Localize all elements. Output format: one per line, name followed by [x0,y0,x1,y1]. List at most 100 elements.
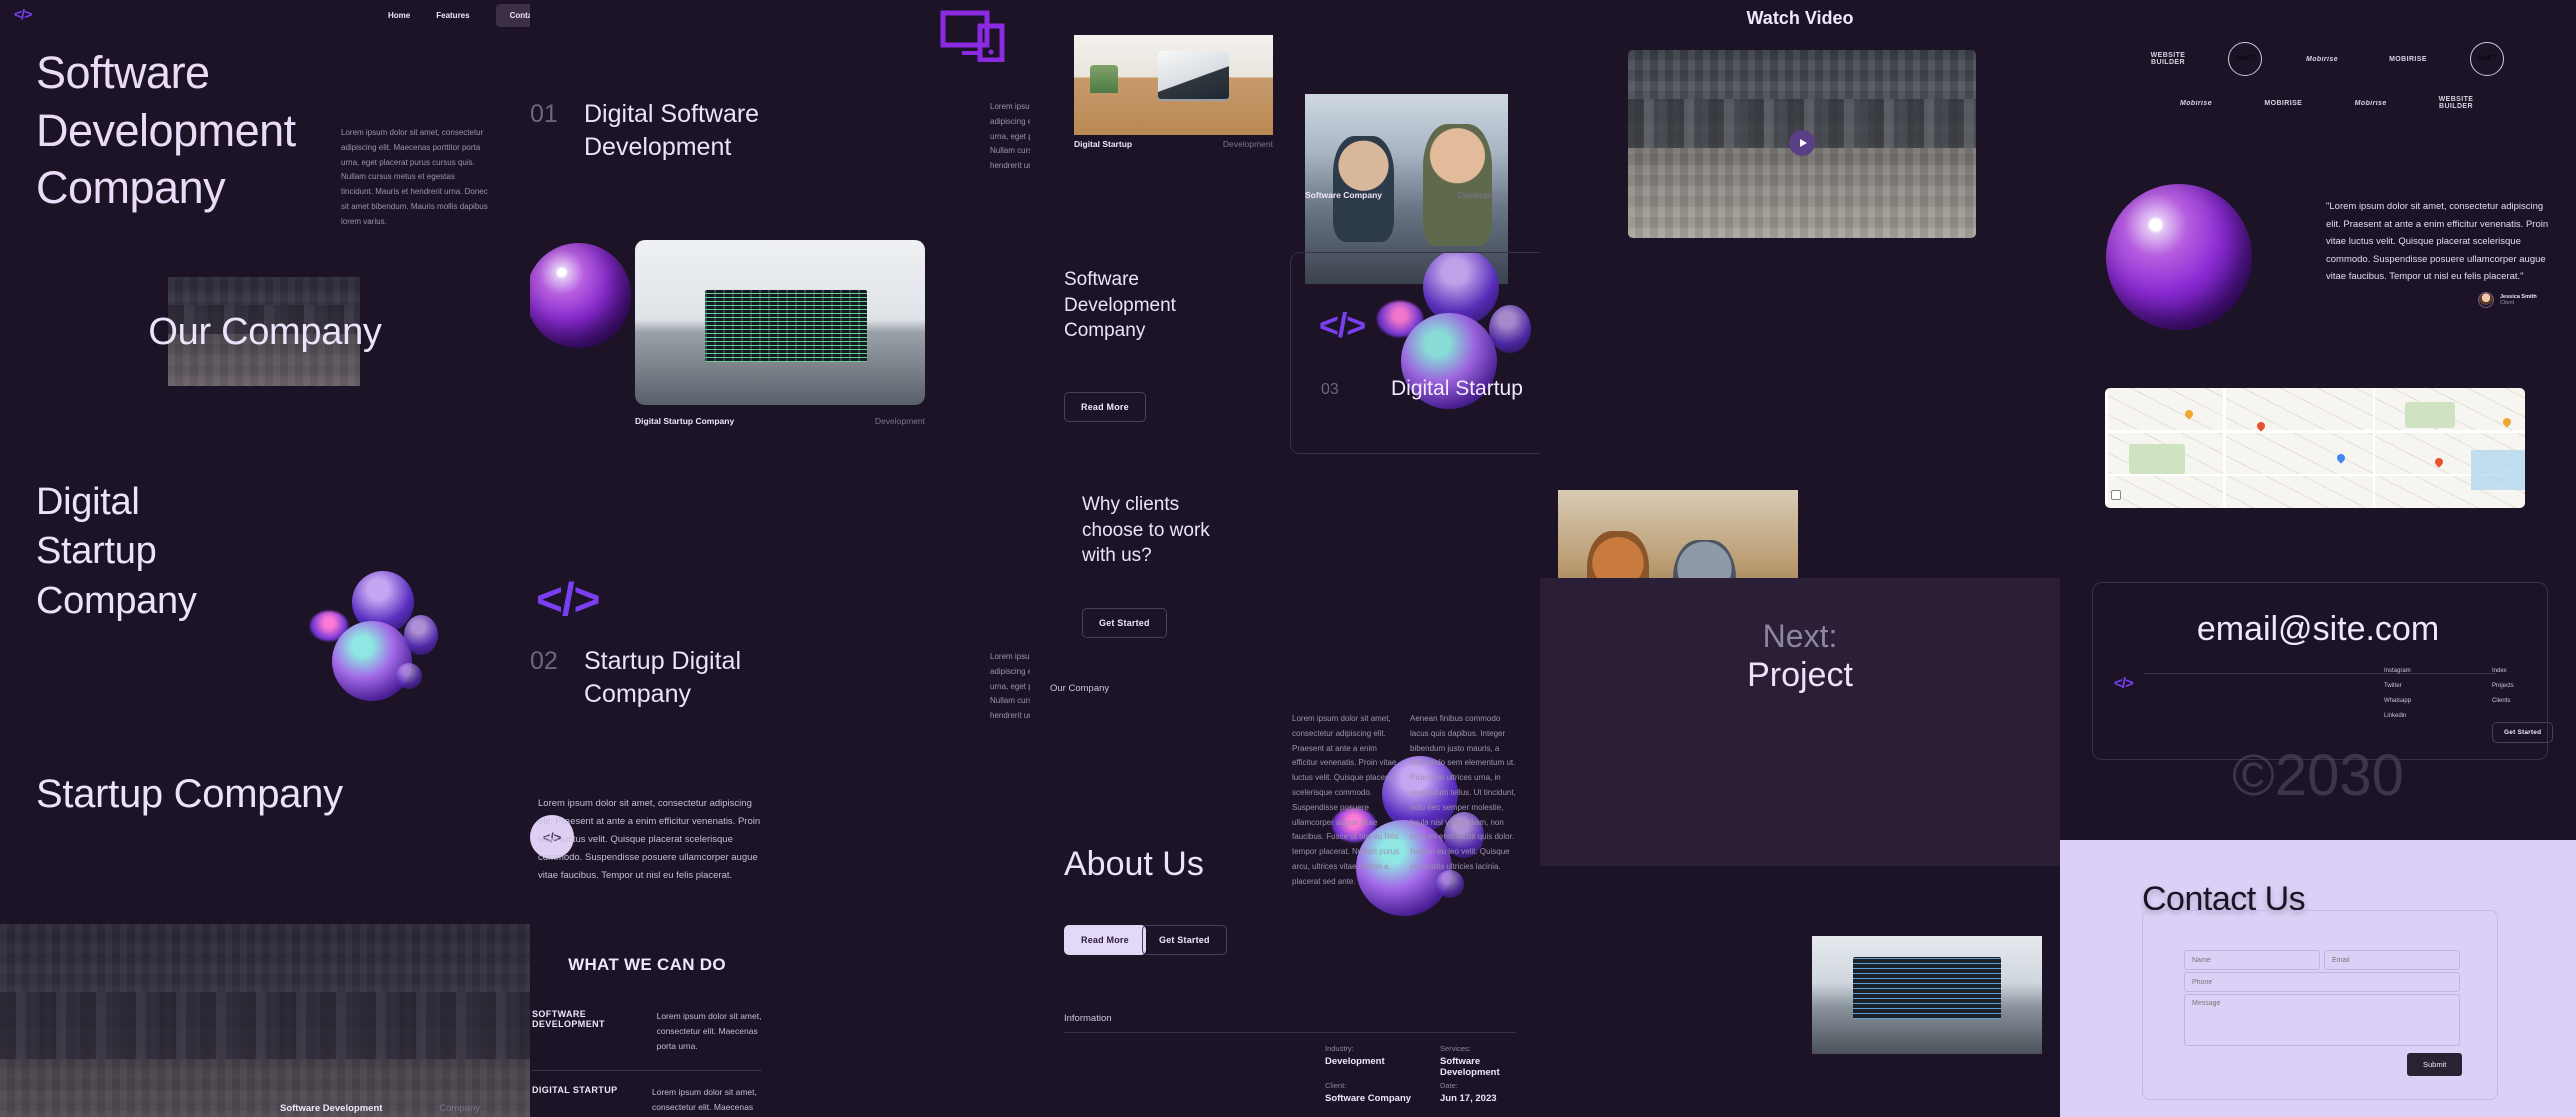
what-we-can-do-row[interactable]: SOFTWARE DEVELOPMENT Lorem ipsum dolor s… [532,995,762,1071]
column-media: Watch Video Next: Project [1540,0,2060,1117]
about-us-title: About Us [1064,845,1204,883]
project-card-1-tag: Development [1222,139,1273,149]
footer-link-linkedin[interactable]: Linkedin [2384,713,2411,719]
footer-link-instagram[interactable]: Instagram [2384,668,2411,674]
section-03-code-icon: </> [1319,307,1366,345]
brand-logo: Mobirise [2354,99,2387,107]
cando-row-value: Lorem ipsum dolor sit amet, consectetur … [652,1086,757,1117]
about-us-get-started-button[interactable]: Get Started [1142,925,1227,955]
what-we-can-do-row[interactable]: DIGITAL STARTUP Lorem ipsum dolor sit am… [532,1071,762,1117]
information-value: Jun 17, 2023 [1440,1093,1497,1104]
avatar [2478,292,2494,308]
section-02: 02 Startup Digital Company [530,645,754,711]
project-card-3-caption: Digital Startup Company Development [635,416,925,426]
project-card-1-title: Digital Startup [1074,139,1133,149]
hero-title: Software Development Company [36,47,296,214]
brand-logo: Mobirise [2180,99,2212,107]
footer-get-started-button[interactable]: Get Started [2492,722,2554,743]
footer-link-projects[interactable]: Projects [2492,683,2514,689]
submit-button[interactable]: Submit [2407,1053,2463,1076]
code-brackets-icon-large: </> [536,573,601,625]
what-we-can-do-title: WHAT WE CAN DO [568,955,726,974]
section-01-paragraph: Lorem ipsum dolor sit amet, consect adip… [990,102,1030,171]
information-title: Information [1064,1013,1112,1024]
information-divider [1064,1032,1516,1033]
information-label: Services: [1440,1044,1471,1053]
section-02-paragraph: Lorem ipsum dolor sit amet, consect adip… [990,652,1030,721]
footer-link-whatsapp[interactable]: Whatsapp [2384,698,2411,704]
cando-row-value: Lorem ipsum dolor sit amet, consectetur … [656,1011,762,1051]
phone-field[interactable] [2184,972,2460,992]
information-field: Client: Software Company [1325,1081,1411,1104]
cando-row-key: DIGITAL STARTUP [532,1084,618,1095]
footer-email[interactable]: email@site.com [2060,610,2576,649]
column-contact: WEBSITE BUILDER SWIFT Mobirise MOBIRISE … [2060,0,2576,1117]
nav-contact-button[interactable]: Contact [495,4,530,27]
watch-video-title: Watch Video [1746,8,1854,28]
footer-link-index[interactable]: Index [2492,668,2514,674]
map-control-icon[interactable] [2111,490,2121,500]
information-value: Software Development [1440,1056,1500,1078]
footer-social-links: Instagram Twitter Whatsapp Linkedin [2384,668,2411,719]
project-card-3-tag: Development [874,416,925,426]
digital-startup-title: Digital Startup Company [36,481,197,622]
section-01: 01 Digital Software Development [530,98,764,164]
nav-item-home[interactable]: Home [388,11,410,20]
why-clients-get-started-button[interactable]: Get Started [1082,608,1167,638]
brand-logo: MOBIRISE [2264,99,2303,107]
project-card-1-caption: Digital Startup Development [1074,139,1273,149]
email-field[interactable] [2324,950,2460,970]
about-us-read-more-button[interactable]: Read More [1064,925,1146,955]
name-field[interactable] [2184,950,2320,970]
testimonial-quote: "Lorem ipsum dolor sit amet, consectetur… [2326,201,2549,283]
section-02-title: Startup Digital Company [584,647,742,708]
information-label: Industry: [1325,1044,1354,1053]
column-hero: </> Home Features Contact Software Devel… [0,0,530,1117]
testimonial-author-role: Client [2500,300,2515,306]
project-card-2-title: Software Company [1305,190,1382,200]
brand-logo: WEBSITE BUILDER [2438,96,2474,110]
section-01-title: Digital Software Development [584,100,760,161]
nav-item-features[interactable]: Features [436,11,469,20]
orb-cluster-decoration [300,567,460,727]
project-card-3-title: Digital Startup Company [635,416,735,426]
purple-orb-decoration [530,243,631,348]
next-project-title: Project [1747,656,1853,694]
brand-logo: WEBSITE BUILDER [2150,52,2186,66]
information-label: Client: [1325,1081,1347,1090]
information-field: Industry: Development [1325,1044,1385,1067]
footer-link-clients[interactable]: Clients [2492,698,2514,704]
project-card-1-image[interactable] [1074,35,1273,135]
location-map[interactable] [2105,388,2525,508]
cando-row-key: SOFTWARE DEVELOPMENT [532,1009,605,1029]
what-we-can-do-list: SOFTWARE DEVELOPMENT Lorem ipsum dolor s… [532,995,762,1117]
code-feature-paragraph: Lorem ipsum dolor sit amet, consectetur … [538,798,761,882]
logo-row-2: Mobirise MOBIRISE Mobirise WEBSITE BUILD… [2172,96,2480,110]
startup-company-banner-image [0,924,530,1117]
footer-code-brackets-icon: </> [2114,675,2134,692]
code-brackets-icon[interactable]: </> [14,6,32,22]
brand-logo: MOBIRISE [2389,55,2427,63]
section-02-number: 02 [530,647,558,675]
footer-divider [2144,673,2496,674]
footer-link-twitter[interactable]: Twitter [2384,683,2411,689]
project-card-2-caption: Software Company Development [1305,190,1508,200]
message-field[interactable] [2184,994,2460,1046]
media-photo-monitor [1812,936,2042,1054]
sdc-title: Software Development Company [1064,269,1176,342]
section-01-number: 01 [530,100,558,128]
brand-logo: SWIFT [2228,42,2262,76]
brand-logo: SWIFT [2470,42,2504,76]
project-card-2-tag: Development [1457,190,1508,200]
why-clients-title: Why clients choose to work with us? [1082,494,1210,567]
startup-company-banner-title: Startup Company [36,772,343,816]
sdc-read-more-button[interactable]: Read More [1064,392,1146,422]
play-button-icon[interactable] [1789,130,1815,156]
section-03-card[interactable]: </> 03 Digital Startup [1290,252,1540,454]
our-company-label: Our Company [1050,683,1110,694]
information-value: Development [1325,1056,1385,1067]
hero-paragraph: Lorem ipsum dolor sit amet, consectetur … [341,128,488,226]
column-projects: Digital Startup Development Software Com… [1030,0,1540,1117]
information-field: Date: Jun 17, 2023 [1440,1081,1497,1104]
logo-row-1: WEBSITE BUILDER SWIFT Mobirise MOBIRISE … [2144,42,2504,76]
